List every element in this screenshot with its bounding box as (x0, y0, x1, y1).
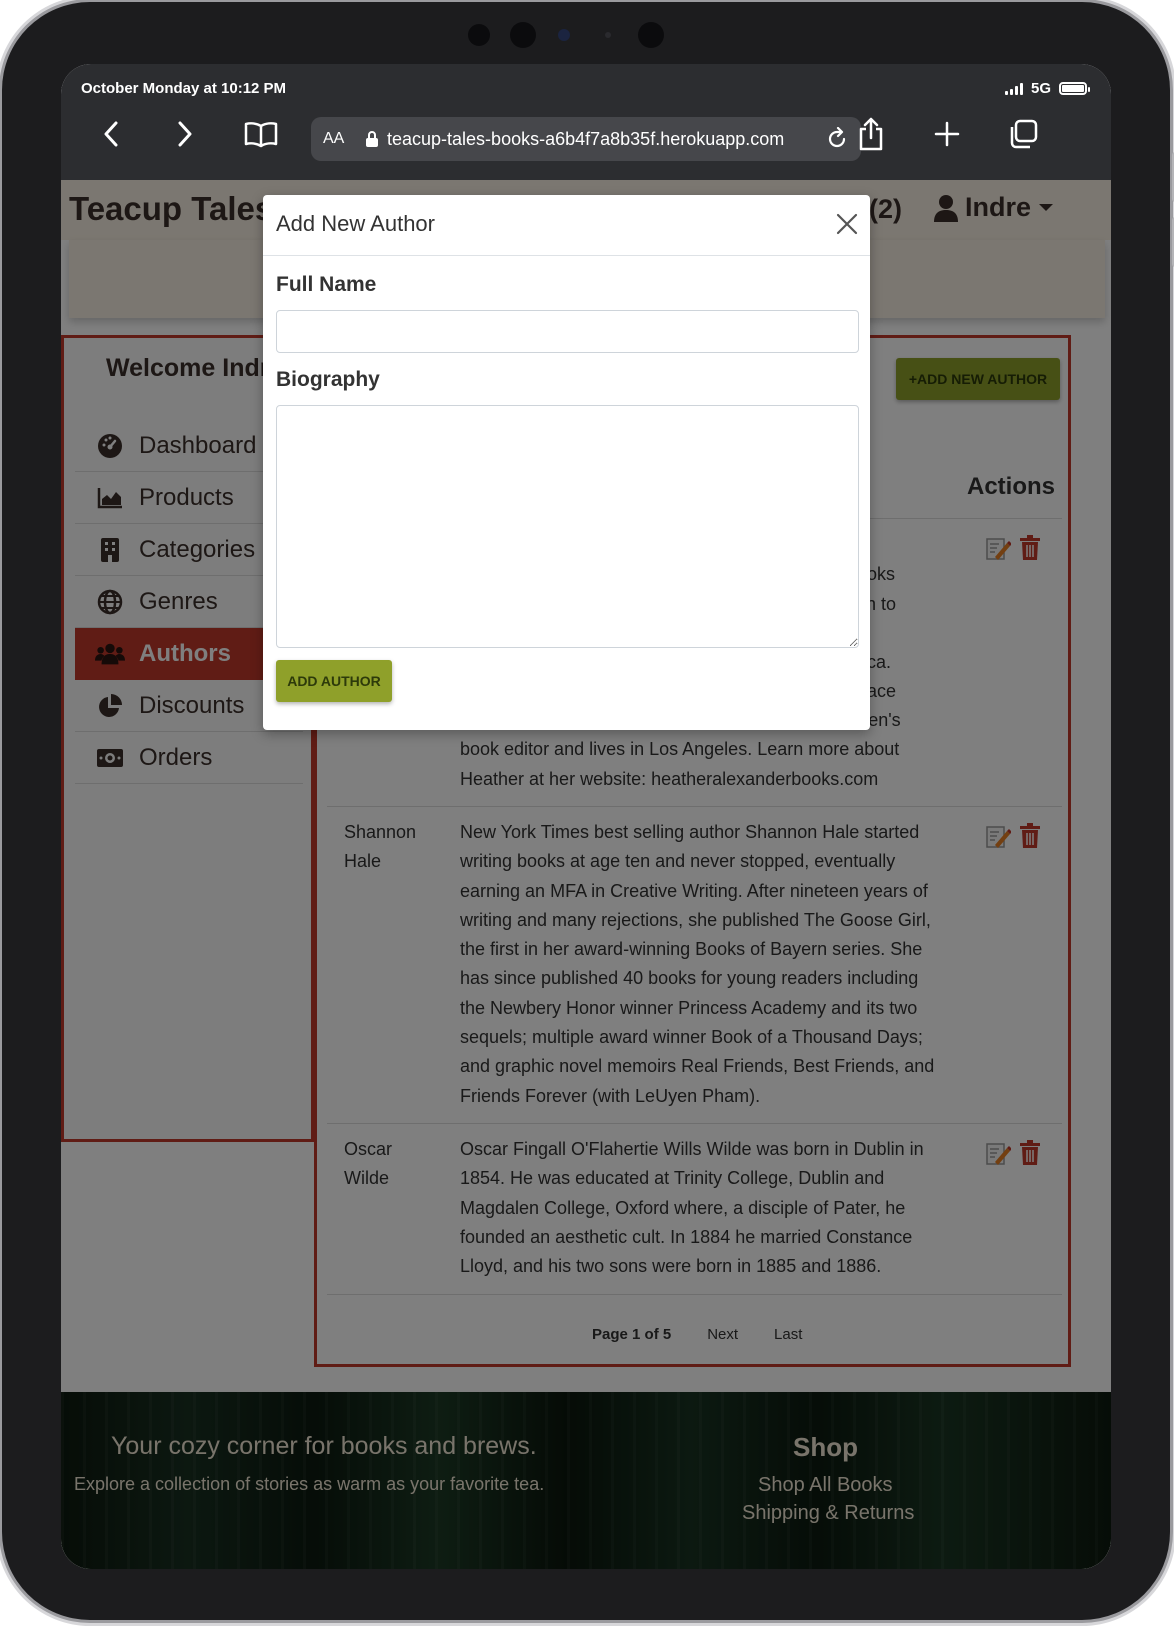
battery-icon (1059, 82, 1090, 95)
url-text: teacup-tales-books-a6b4f7a8b35f.herokuap… (387, 128, 785, 149)
biography-label: Biography (276, 368, 380, 391)
bookmarks-button[interactable] (239, 112, 283, 156)
forward-button[interactable] (163, 112, 207, 156)
add-author-modal: Add New Author Full Name Biography ADD A… (263, 195, 870, 730)
close-icon[interactable] (832, 209, 862, 239)
reader-aa-button[interactable]: AA (323, 130, 347, 148)
add-author-submit-button[interactable]: ADD AUTHOR (276, 660, 392, 702)
tablet-frame: October Monday at 10:12 PM 5G AA teacup-… (2, 2, 1174, 1620)
reload-icon[interactable] (825, 127, 849, 151)
full-name-input[interactable] (276, 310, 859, 353)
camera-icon (558, 29, 570, 41)
screen: October Monday at 10:12 PM 5G AA teacup-… (61, 64, 1111, 1569)
modal-header: Add New Author (263, 195, 870, 256)
sensor-dot (605, 32, 611, 38)
modal-title: Add New Author (276, 211, 435, 236)
full-name-label: Full Name (276, 273, 377, 296)
back-button[interactable] (89, 112, 133, 156)
browser-chrome: October Monday at 10:12 PM 5G AA teacup-… (61, 64, 1111, 180)
address-bar[interactable]: AA teacup-tales-books-a6b4f7a8b35f.herok… (311, 117, 861, 161)
status-indicators: 5G (1004, 80, 1090, 97)
sensor-dot (468, 24, 490, 46)
share-button[interactable] (849, 112, 893, 156)
sensor-dot (510, 22, 536, 48)
biography-textarea[interactable] (276, 405, 859, 648)
sensor-dot (638, 22, 664, 48)
signal-icon (1004, 82, 1023, 95)
lock-icon (366, 131, 378, 147)
status-time: October Monday at 10:12 PM (81, 80, 287, 97)
new-tab-button[interactable] (925, 112, 969, 156)
network-label: 5G (1030, 80, 1051, 97)
tabs-overview-button[interactable] (1001, 112, 1045, 156)
